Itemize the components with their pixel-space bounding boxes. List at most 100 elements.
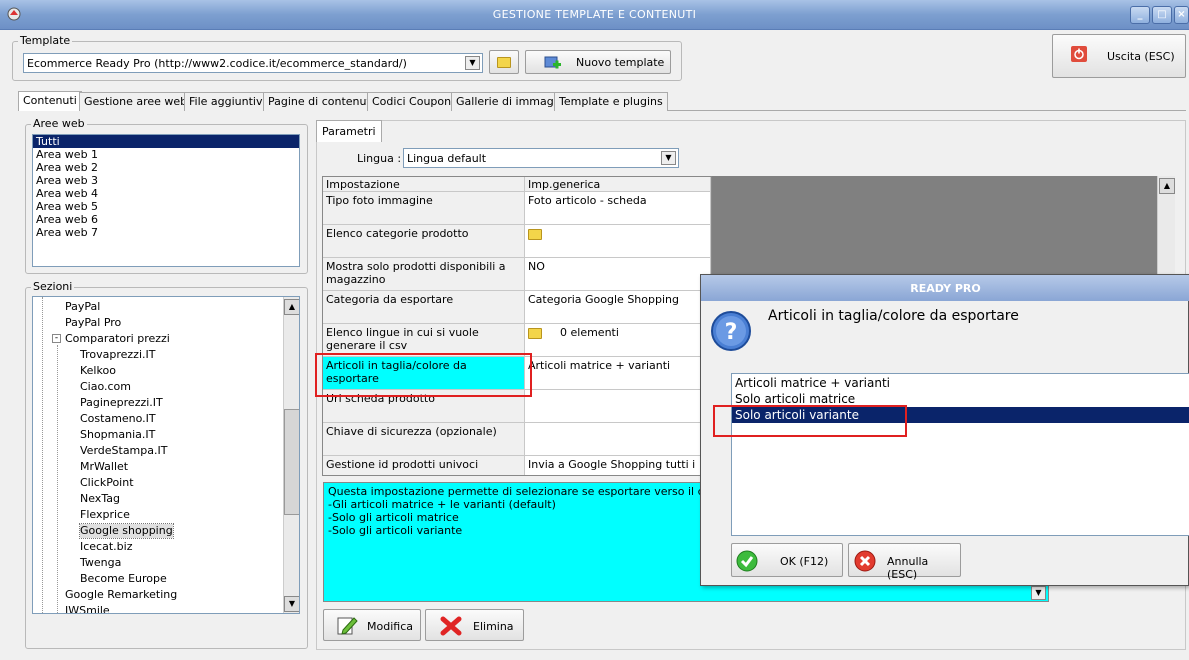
open-folder-button[interactable] <box>489 50 519 74</box>
exit-button[interactable]: Uscita (ESC) <box>1052 34 1186 78</box>
title-bar: GESTIONE TEMPLATE E CONTENUTI _ □ × <box>0 0 1189 30</box>
delete-button[interactable]: Elimina <box>425 609 524 641</box>
grid-setting-value[interactable]: Categoria Google Shopping <box>525 291 711 324</box>
tab-contenuti[interactable]: Contenuti <box>18 91 82 111</box>
scroll-down-button[interactable]: ▼ <box>284 596 299 612</box>
grid-value-text: 0 elementi <box>560 326 619 339</box>
sezioni-tree-item[interactable]: Google Remarketing <box>65 588 177 602</box>
grid-setting-name[interactable]: Tipo foto immagine <box>323 192 525 225</box>
scroll-up-button[interactable]: ▲ <box>1159 178 1175 194</box>
ok-label: OK (F12) <box>780 555 829 568</box>
sezioni-tree-item[interactable]: Shopmania.IT <box>80 428 155 442</box>
cancel-button[interactable]: Annulla (ESC) <box>848 543 961 581</box>
aree-web-item[interactable]: Area web 3 <box>33 174 299 187</box>
template-select[interactable]: Ecommerce Ready Pro (http://www2.codice.… <box>23 53 483 73</box>
grid-setting-value[interactable] <box>525 390 711 423</box>
sezioni-tree-item[interactable]: Costameno.IT <box>80 412 156 426</box>
grid-setting-value[interactable] <box>525 423 711 456</box>
aree-web-item[interactable]: Area web 2 <box>33 161 299 174</box>
modify-button[interactable]: Modifica <box>323 609 421 641</box>
sezioni-tree-item[interactable]: Become Europe <box>80 572 167 586</box>
sezioni-tree[interactable]: ▲ ▼ PayPal PayPal Pro Comparatori prezzi - T… <box>32 296 300 614</box>
new-template-button[interactable]: Nuovo template <box>525 50 671 74</box>
template-group-label: Template <box>18 34 73 47</box>
sezioni-tree-item[interactable]: Trovaprezzi.IT <box>80 348 155 362</box>
grid-setting-name[interactable]: Chiave di sicurezza (opzionale) <box>323 423 525 456</box>
grid-setting-name[interactable]: Elenco categorie prodotto <box>323 225 525 258</box>
aree-web-label: Aree web <box>31 117 87 130</box>
sezioni-tree-item[interactable]: Icecat.biz <box>80 540 132 554</box>
new-template-label: Nuovo template <box>576 56 665 69</box>
aree-web-item[interactable]: Area web 5 <box>33 200 299 213</box>
tab-gestione-aree-web[interactable]: Gestione aree web <box>79 92 193 111</box>
aree-web-item[interactable]: Area web 7 <box>33 226 299 239</box>
tab-parametri[interactable]: Parametri <box>316 120 382 142</box>
sezioni-tree-item[interactable]: MrWallet <box>80 460 128 474</box>
folder-icon <box>497 57 511 68</box>
tab-template-e-plugins[interactable]: Template e plugins <box>554 92 668 111</box>
tree-line <box>57 345 58 613</box>
tab-pagine-di-contenuti[interactable]: Pagine di contenuti <box>263 92 379 111</box>
add-template-icon <box>544 56 561 69</box>
delete-icon <box>440 616 462 636</box>
sezioni-tree-item[interactable]: PayPal Pro <box>65 316 121 330</box>
lingua-select-value: Lingua default <box>407 152 487 165</box>
grid-setting-name[interactable]: Mostra solo prodotti disponibili a magaz… <box>323 258 525 291</box>
dialog-title-bar: READY PRO <box>701 275 1189 301</box>
sezioni-tree-item[interactable]: PayPal <box>65 300 100 314</box>
aree-web-list[interactable]: Tutti Area web 1 Area web 2 Area web 3 Area … <box>32 134 300 267</box>
folder-icon[interactable] <box>528 327 542 339</box>
chevron-down-icon[interactable]: ▼ <box>1031 586 1046 600</box>
sezioni-tree-item[interactable]: Google shopping <box>79 523 174 539</box>
grid-setting-value[interactable] <box>525 225 711 258</box>
sezioni-tree-item[interactable]: ClickPoint <box>80 476 134 490</box>
cancel-label: Annulla (ESC) <box>887 555 929 581</box>
grid-header-cell[interactable]: Imp.generica <box>525 177 711 192</box>
grid-setting-value[interactable]: Invia a Google Shopping tutti i <box>525 456 711 475</box>
aree-web-item[interactable]: Area web 6 <box>33 213 299 226</box>
scroll-up-button[interactable]: ▲ <box>284 299 299 315</box>
folder-icon[interactable] <box>528 228 542 240</box>
highlight-box <box>315 353 532 397</box>
grid-setting-value[interactable]: Articoli matrice + varianti <box>525 357 711 390</box>
sezioni-tree-item[interactable]: VerdeStampa.IT <box>80 444 167 458</box>
grid-setting-value[interactable]: Foto articolo - scheda <box>525 192 711 225</box>
sezioni-tree-item[interactable]: Comparatori prezzi <box>65 332 170 346</box>
sezioni-tree-item[interactable]: Flexprice <box>80 508 130 522</box>
tree-line <box>42 297 43 613</box>
collapse-icon[interactable]: - <box>52 334 61 343</box>
grid-setting-name[interactable]: Categoria da esportare <box>323 291 525 324</box>
maximize-button[interactable]: □ <box>1152 6 1172 24</box>
sezioni-tree-item[interactable]: IWSmile <box>65 604 110 613</box>
grid-value-text: Articoli matrice + varianti <box>528 359 671 372</box>
ok-button[interactable]: OK (F12) <box>731 543 843 577</box>
close-button[interactable]: × <box>1174 6 1189 24</box>
scroll-thumb[interactable] <box>284 409 299 515</box>
aree-web-item[interactable]: Area web 4 <box>33 187 299 200</box>
edit-icon <box>337 617 358 635</box>
sezioni-tree-item[interactable]: Pagineprezzi.IT <box>80 396 163 410</box>
power-icon <box>1071 46 1087 62</box>
dialog-option[interactable]: Articoli matrice + varianti <box>732 375 1189 391</box>
tab-codici-coupon[interactable]: Codici Coupon <box>367 92 457 111</box>
dialog-options-list[interactable]: Articoli matrice + varianti Solo articoli… <box>731 373 1189 536</box>
sezioni-tree-item[interactable]: Ciao.com <box>80 380 131 394</box>
grid-setting-value[interactable]: 0 elementi <box>525 324 711 357</box>
exit-label: Uscita (ESC) <box>1107 50 1175 63</box>
lingua-select[interactable]: Lingua default ▼ <box>403 148 679 168</box>
dialog-title: READY PRO <box>910 282 981 295</box>
chevron-down-icon[interactable]: ▼ <box>465 56 480 70</box>
grid-header-cell[interactable]: Impostazione <box>323 177 525 192</box>
aree-web-item[interactable]: Area web 1 <box>33 148 299 161</box>
minimize-button[interactable]: _ <box>1130 6 1150 24</box>
chevron-down-icon[interactable]: ▼ <box>661 151 676 165</box>
tab-file-aggiuntivi[interactable]: File aggiuntivi <box>184 92 271 111</box>
sezioni-scrollbar[interactable]: ▲ ▼ <box>283 297 299 613</box>
sezioni-tree-item[interactable]: NexTag <box>80 492 120 506</box>
aree-web-item[interactable]: Tutti <box>33 135 299 148</box>
grid-setting-name[interactable]: Gestione id prodotti univoci <box>323 456 525 475</box>
grid-setting-value[interactable]: NO <box>525 258 711 291</box>
parameters-grid[interactable]: Impostazione Imp.generica Tipo foto immagi… <box>322 176 712 476</box>
sezioni-tree-item[interactable]: Twenga <box>80 556 121 570</box>
sezioni-tree-item[interactable]: Kelkoo <box>80 364 116 378</box>
